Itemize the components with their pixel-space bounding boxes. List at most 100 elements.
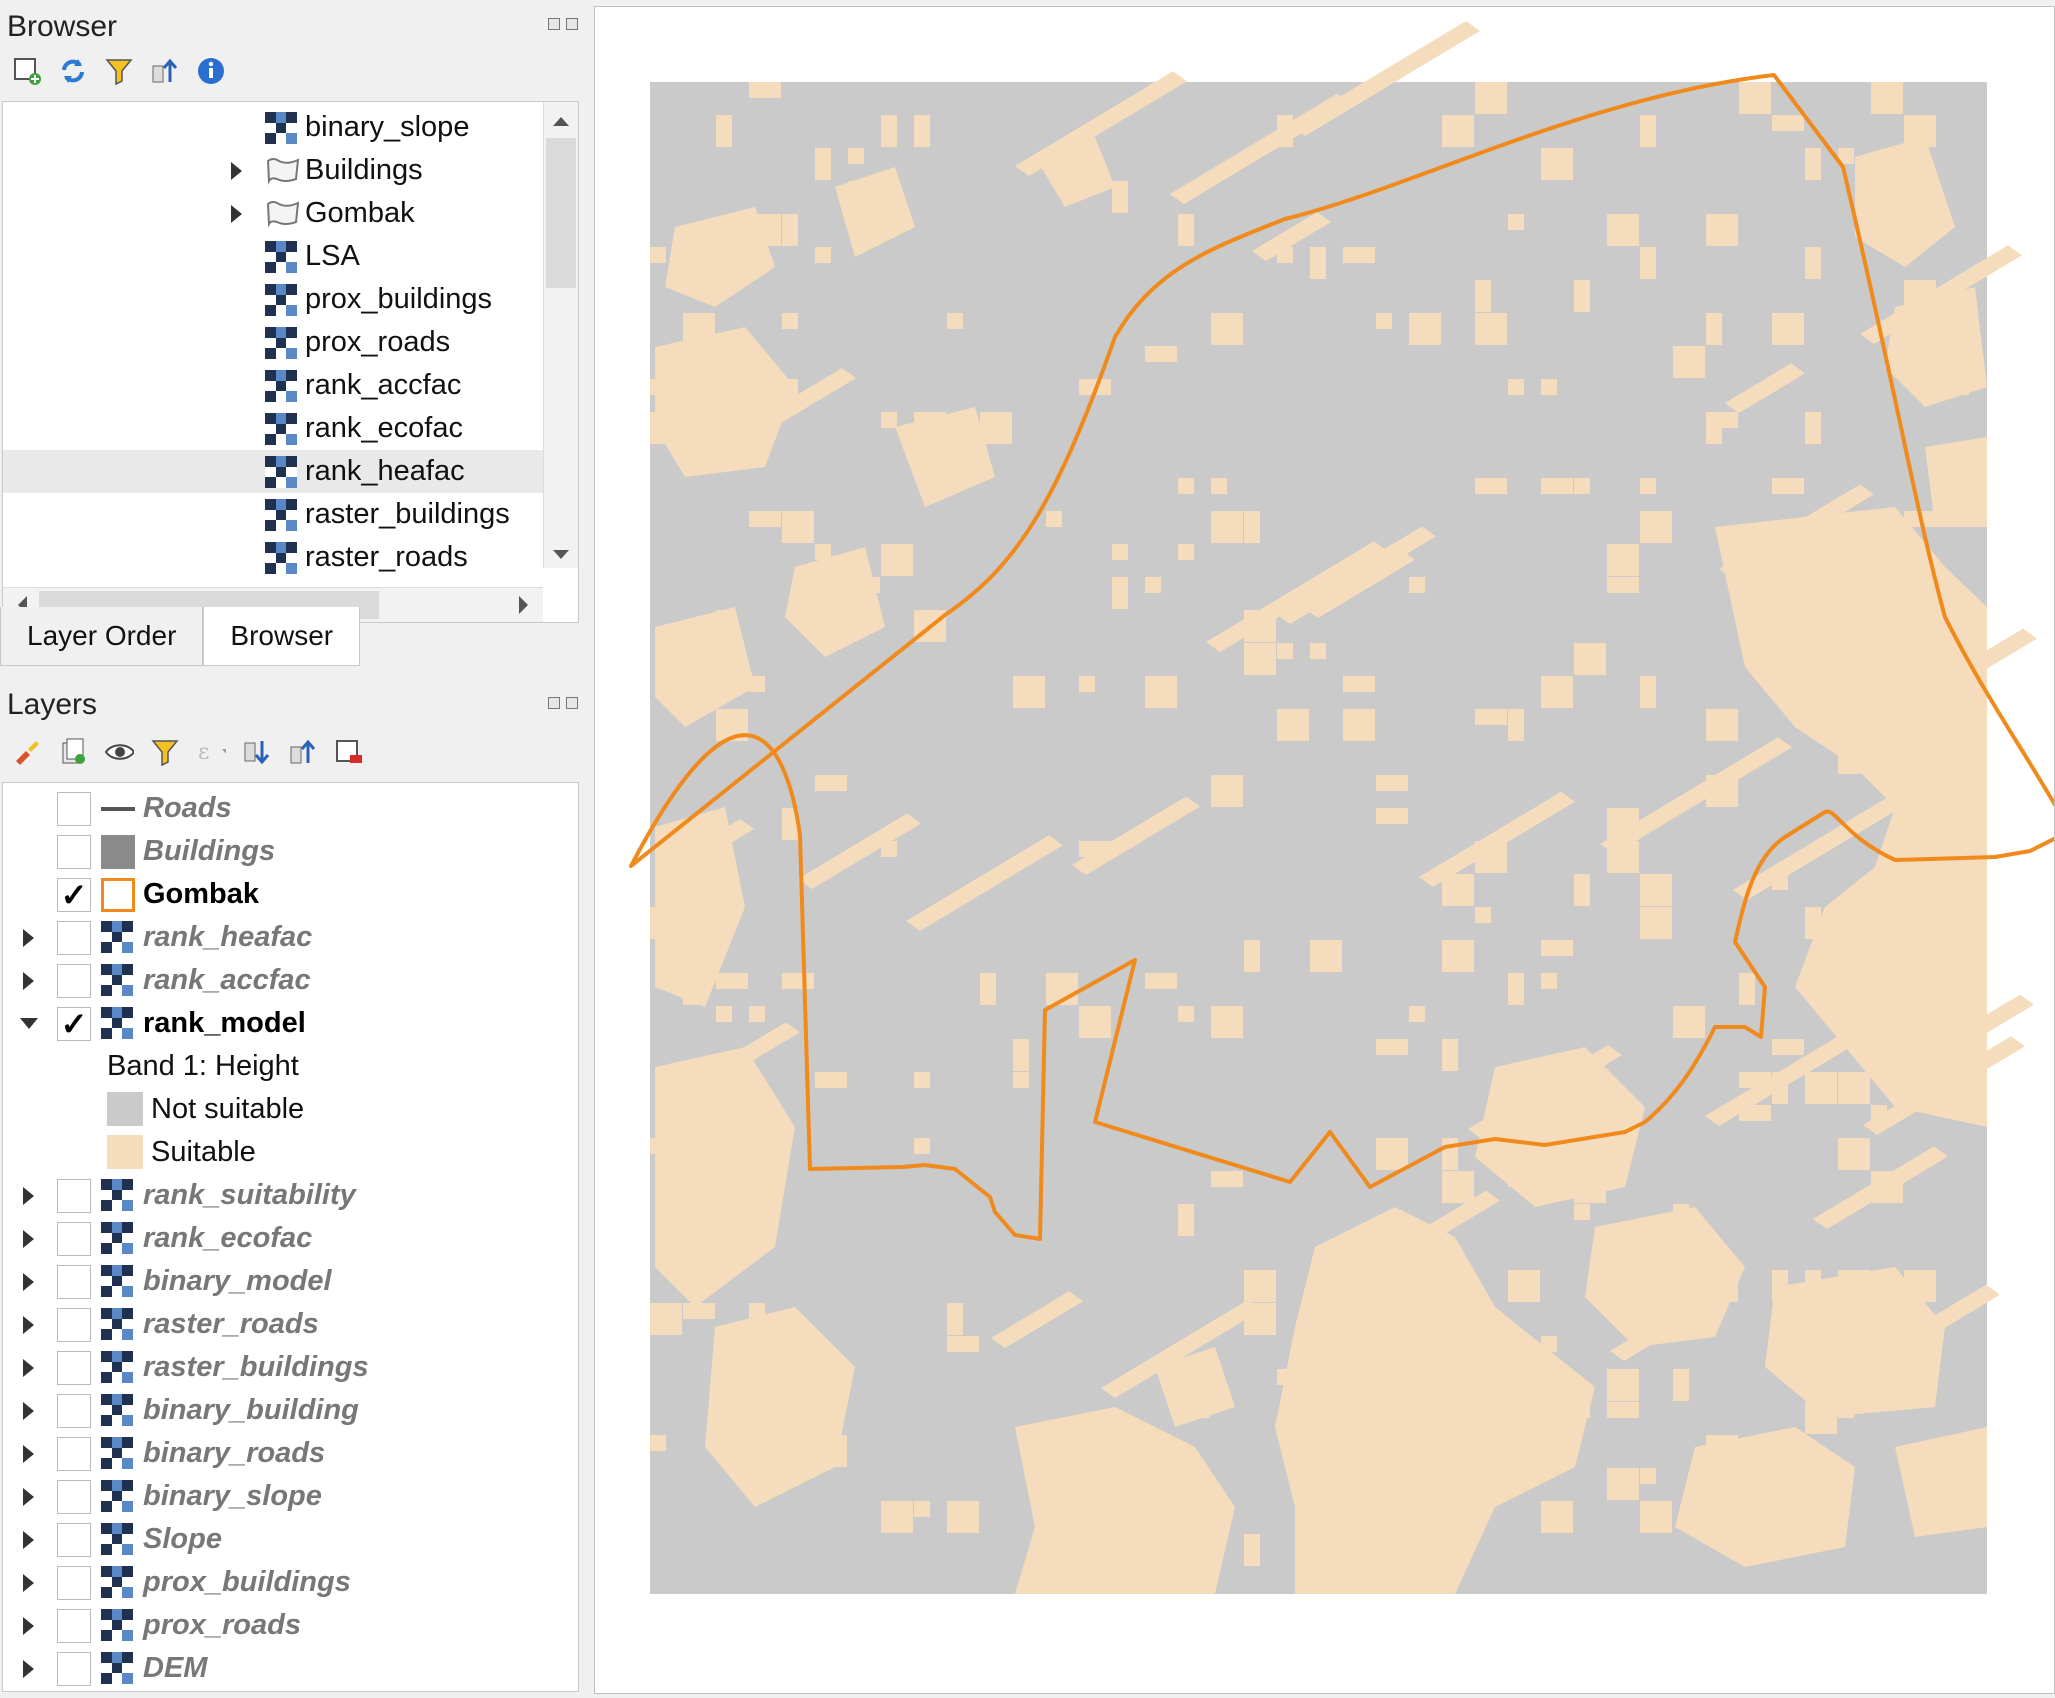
layer-visibility-checkbox[interactable]: ✓ — [57, 1006, 91, 1041]
suitable-cell — [749, 1303, 765, 1319]
scroll-arrows-icon[interactable] — [544, 102, 578, 568]
layer-visibility-checkbox[interactable] — [57, 963, 91, 998]
layer-item[interactable]: DEM — [3, 1647, 573, 1690]
layer-visibility-checkbox[interactable] — [57, 920, 91, 955]
layer-item[interactable]: rank_ecofac — [3, 1217, 573, 1260]
suitable-cell — [1244, 643, 1276, 675]
browser-item[interactable]: raster_buildings — [3, 493, 543, 536]
layers-dock-buttons[interactable] — [548, 697, 578, 709]
layer-item[interactable]: rank_accfac — [3, 959, 573, 1002]
layer-visibility-checkbox[interactable]: ✓ — [57, 877, 91, 912]
browser-item[interactable]: LSA — [3, 235, 543, 278]
layer-visibility-checkbox[interactable] — [57, 1350, 91, 1385]
browser-item[interactable]: Buildings — [3, 149, 543, 192]
layer-item[interactable]: prox_buildings — [3, 1561, 573, 1604]
suitable-cell — [650, 1303, 682, 1335]
refresh-icon[interactable] — [58, 56, 88, 86]
layer-item[interactable]: ✓ Gombak — [3, 873, 573, 916]
eye-icon[interactable] — [104, 737, 134, 767]
browser-dock-buttons[interactable] — [548, 18, 578, 30]
info-icon[interactable] — [196, 56, 226, 86]
layer-item[interactable]: prox_roads — [3, 1604, 573, 1647]
map-canvas[interactable] — [594, 6, 2055, 1694]
layer-item[interactable]: binary_slope — [3, 1475, 573, 1518]
expand-arrow-icon[interactable] — [23, 1315, 34, 1334]
browser-item[interactable]: rank_accfac — [3, 364, 543, 407]
layer-visibility-checkbox[interactable] — [57, 1264, 91, 1299]
expand-all-icon[interactable] — [242, 737, 272, 767]
layer-visibility-checkbox[interactable] — [57, 1565, 91, 1600]
layer-item[interactable]: binary_model — [3, 1260, 573, 1303]
layer-visibility-checkbox[interactable] — [57, 1479, 91, 1514]
suitable-cell — [1211, 313, 1243, 345]
layer-visibility-checkbox[interactable] — [57, 1393, 91, 1428]
add-layer-icon[interactable] — [12, 56, 42, 86]
layer-item[interactable]: binary_building — [3, 1389, 573, 1432]
float-icon[interactable] — [548, 18, 560, 30]
expand-arrow-icon[interactable] — [23, 1573, 34, 1592]
layer-visibility-checkbox[interactable] — [57, 791, 91, 826]
expand-arrow-icon[interactable] — [23, 1487, 34, 1506]
expand-arrow-icon[interactable] — [23, 1358, 34, 1377]
suitable-cell — [1640, 676, 1656, 708]
layer-visibility-checkbox[interactable] — [57, 1307, 91, 1342]
expand-arrow-icon[interactable] — [23, 1659, 34, 1678]
expand-arrow-icon[interactable] — [23, 1444, 34, 1463]
browser-tree[interactable]: binary_slope Buildings Gombak LSA prox_build… — [2, 101, 579, 623]
tab-browser[interactable]: Browser — [203, 607, 361, 666]
browser-item[interactable]: rank_ecofac — [3, 407, 543, 450]
expand-arrow-icon[interactable] — [23, 1186, 34, 1205]
suitable-cell — [1376, 808, 1408, 824]
layer-item[interactable]: Slope — [3, 1518, 573, 1561]
layer-visibility-checkbox[interactable] — [57, 1651, 91, 1686]
expand-arrow-icon[interactable] — [23, 1229, 34, 1248]
layer-item[interactable]: raster_buildings — [3, 1346, 573, 1389]
layer-item[interactable]: ✓ rank_model — [3, 1002, 573, 1045]
browser-item[interactable]: rank_heafac — [3, 450, 543, 493]
layer-item[interactable]: rank_suitability — [3, 1174, 573, 1217]
layer-item[interactable]: raster_roads — [3, 1303, 573, 1346]
expand-arrow-icon[interactable] — [23, 1530, 34, 1549]
layer-visibility-checkbox[interactable] — [57, 1522, 91, 1557]
browser-item[interactable]: Gombak — [3, 192, 543, 235]
suitable-cell — [1574, 1171, 1606, 1187]
expression-filter-icon[interactable]: ε — [196, 737, 226, 767]
expand-arrow-icon[interactable] — [23, 1272, 34, 1291]
float-icon[interactable] — [548, 697, 560, 709]
browser-item[interactable]: raster_roads — [3, 536, 543, 579]
close-icon[interactable] — [566, 18, 578, 30]
layer-visibility-checkbox[interactable] — [57, 1608, 91, 1643]
browser-item[interactable]: prox_roads — [3, 321, 543, 364]
layer-item[interactable]: binary_roads — [3, 1432, 573, 1475]
layer-item[interactable]: Buildings — [3, 830, 573, 873]
expand-arrow-icon[interactable] — [23, 928, 34, 947]
close-icon[interactable] — [566, 697, 578, 709]
map-svg[interactable] — [595, 7, 2055, 1693]
add-group-icon[interactable] — [58, 737, 88, 767]
filter-icon[interactable] — [104, 56, 134, 86]
collapse-all-icon[interactable] — [150, 56, 180, 86]
suitable-cell — [1442, 115, 1474, 147]
layer-visibility-checkbox[interactable] — [57, 834, 91, 869]
expand-arrow-icon[interactable] — [23, 1616, 34, 1635]
vertical-scrollbar[interactable] — [543, 102, 578, 568]
layer-item[interactable]: rank_heafac — [3, 916, 573, 959]
expand-arrow-icon[interactable] — [231, 204, 242, 223]
collapse-arrow-icon[interactable] — [20, 1018, 38, 1029]
expand-arrow-icon[interactable] — [23, 971, 34, 990]
layer-visibility-checkbox[interactable] — [57, 1178, 91, 1213]
browser-item-label: rank_heafac — [305, 455, 465, 487]
browser-item[interactable]: prox_buildings — [3, 278, 543, 321]
collapse-all-icon[interactable] — [288, 737, 318, 767]
layers-tree[interactable]: Roads Buildings ✓ Gombak rank_heafac rank_acc… — [2, 782, 579, 1692]
expand-arrow-icon[interactable] — [23, 1401, 34, 1420]
tab-layer-order[interactable]: Layer Order — [0, 607, 204, 666]
remove-layer-icon[interactable] — [334, 737, 364, 767]
layer-visibility-checkbox[interactable] — [57, 1221, 91, 1256]
filter-legend-icon[interactable] — [150, 737, 180, 767]
layer-item[interactable]: Roads — [3, 787, 573, 830]
browser-item[interactable]: binary_slope — [3, 106, 543, 149]
layer-visibility-checkbox[interactable] — [57, 1436, 91, 1471]
style-manager-icon[interactable] — [12, 737, 42, 767]
expand-arrow-icon[interactable] — [231, 161, 242, 180]
